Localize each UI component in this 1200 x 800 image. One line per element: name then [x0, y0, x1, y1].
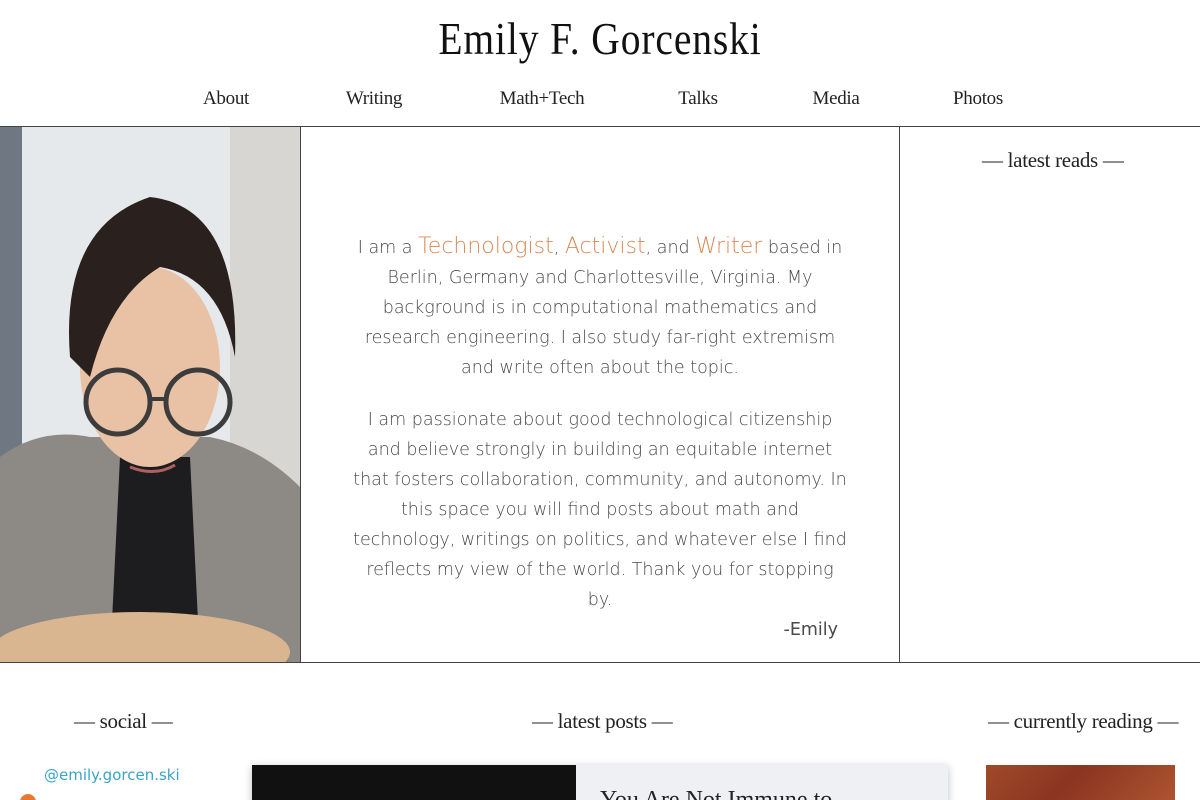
nav-media[interactable]: Media — [812, 88, 859, 110]
post-title[interactable]: You Are Not Immune to — [600, 787, 832, 800]
currently-reading-heading: — currently reading — — [988, 709, 1179, 733]
bio-intro-prefix: I am a — [357, 238, 419, 258]
left-column-divider — [300, 126, 301, 663]
technologist-link[interactable]: Technologist — [418, 234, 554, 259]
nav-talks[interactable]: Talks — [678, 88, 718, 110]
activist-link[interactable]: Activist — [565, 234, 646, 259]
nav-math-tech[interactable]: Math+Tech — [500, 88, 585, 110]
rss-icon[interactable] — [20, 794, 36, 800]
latest-reads-heading: — latest reads — — [982, 148, 1124, 172]
signature: -Emily — [783, 620, 839, 640]
profile-photo — [0, 127, 300, 662]
nav-about[interactable]: About — [203, 88, 249, 110]
site-title[interactable]: Emily F. Gorcenski — [84, 12, 1116, 65]
bio-sep1: , — [553, 238, 565, 258]
book-cover-image[interactable] — [986, 765, 1175, 800]
bio-paragraph-2: I am passionate about good technological… — [353, 410, 847, 610]
portrait-image — [0, 127, 300, 662]
latest-posts-heading: — latest posts — — [532, 709, 673, 733]
bio-paragraph-1: I am a Technologist, Activist, and Write… — [352, 232, 848, 383]
nav-photos[interactable]: Photos — [953, 88, 1003, 110]
nav-writing[interactable]: Writing — [346, 88, 403, 110]
main-nav: About Writing Math+Tech Talks Media Phot… — [0, 88, 1200, 118]
bio-sep2: , and — [645, 238, 696, 258]
latest-post-card[interactable]: You Are Not Immune to — [252, 765, 948, 800]
bio-text: I am a Technologist, Activist, and Write… — [352, 232, 848, 637]
social-heading: — social — — [74, 709, 173, 733]
social-handle-link[interactable]: @emily.gorcen.ski — [44, 766, 180, 784]
post-thumbnail — [252, 765, 576, 800]
right-column-divider — [899, 126, 900, 663]
bottom-divider — [0, 662, 1200, 663]
writer-link[interactable]: Writer — [695, 234, 762, 259]
bio-intro-rest: based in Berlin, Germany and Charlottesv… — [364, 238, 843, 378]
